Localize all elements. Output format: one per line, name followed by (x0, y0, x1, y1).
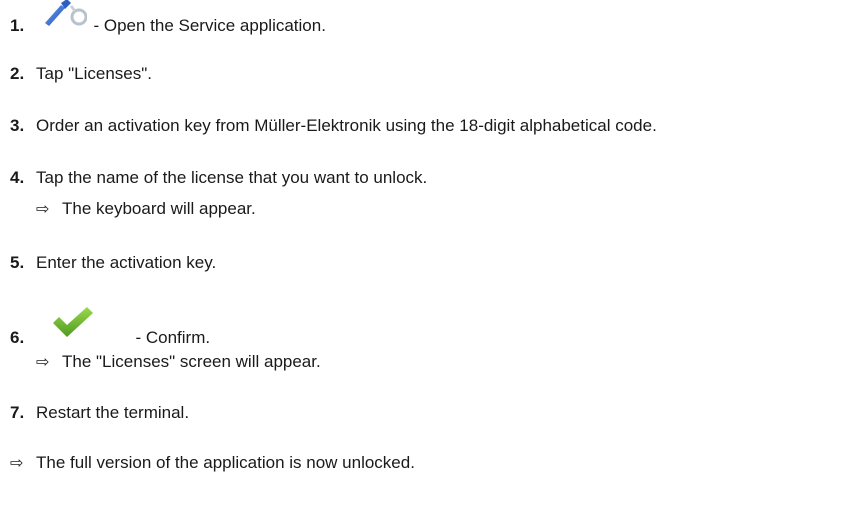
step-number: 6. (10, 327, 25, 347)
result-arrow-icon: ⇨ (10, 453, 24, 472)
step-text: - Open the Service application. (93, 15, 326, 35)
step-number: 7. (10, 403, 25, 422)
step-6-result: ⇨ The "Licenses" screen will appear. (36, 352, 321, 372)
confirm-checkmark-icon (49, 305, 95, 344)
step-4-result: ⇨ The keyboard will appear. (36, 199, 256, 219)
step-1: 1. - Open the Service application. (10, 0, 326, 44)
step-number: 3. (10, 116, 25, 135)
step-number: 4. (10, 168, 25, 187)
result-arrow-icon: ⇨ (36, 199, 50, 218)
step-2: 2. Tap "Licenses". (10, 64, 152, 84)
step-text: Tap "Licenses". (36, 64, 153, 83)
step-number: 2. (10, 64, 25, 83)
step-text: - Confirm. (135, 327, 211, 347)
result-text: The keyboard will appear. (62, 199, 256, 218)
step-4: 4. Tap the name of the license that you w… (10, 168, 427, 188)
step-text: Order an activation key from Müller-Elek… (36, 116, 657, 135)
step-number: 1. (10, 15, 25, 35)
step-text: Tap the name of the license that you wan… (36, 168, 428, 187)
step-number: 5. (10, 253, 25, 272)
step-3: 3. Order an activation key from Müller-El… (10, 116, 657, 136)
step-text: Enter the activation key. (36, 253, 217, 272)
step-7: 7. Restart the terminal. (10, 403, 189, 423)
step-5: 5. Enter the activation key. (10, 253, 216, 273)
final-result-text: The full version of the application is n… (36, 453, 415, 472)
final-result: ⇨ The full version of the application is … (10, 453, 415, 473)
service-wrench-icon (41, 0, 88, 32)
result-text: The "Licenses" screen will appear. (62, 352, 321, 371)
step-text: Restart the terminal. (36, 403, 190, 422)
result-arrow-icon: ⇨ (36, 352, 50, 371)
